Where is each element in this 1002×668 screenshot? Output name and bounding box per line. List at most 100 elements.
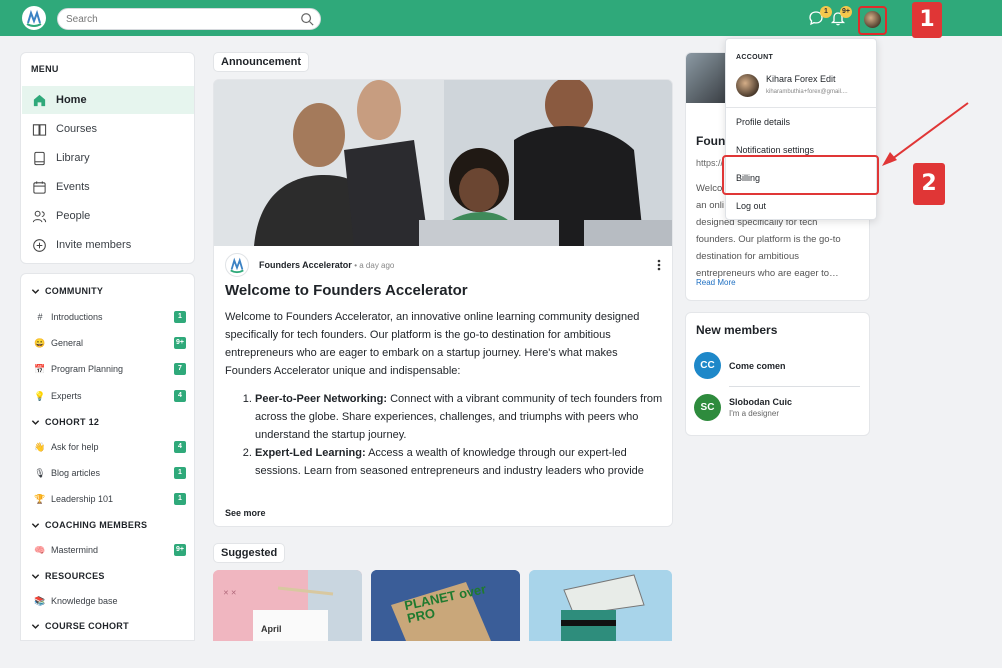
suggested-card-3[interactable] xyxy=(529,570,672,641)
member-name: Slobodan Cuic xyxy=(729,397,792,407)
count-badge: 9+ xyxy=(174,544,186,556)
channel-label: Ask for help xyxy=(51,442,99,452)
member-avatar: SC xyxy=(694,394,721,421)
channel-label: Mastermind xyxy=(51,545,99,555)
chevron-down-icon xyxy=(31,522,40,528)
suggested-card-2[interactable]: PLANET over PRO xyxy=(371,570,520,641)
channel-label: Program Planning xyxy=(51,364,124,374)
post-meta: Founders Accelerator • a day ago xyxy=(259,260,394,270)
count-badge: 4 xyxy=(174,441,186,453)
about-url[interactable]: https:// xyxy=(696,158,723,168)
about-image xyxy=(686,53,726,103)
calendar-emoji-icon: 📅 xyxy=(34,363,46,374)
see-more-link[interactable]: See more xyxy=(225,508,266,518)
count-badge: 1 xyxy=(174,311,186,323)
channel-blog-articles[interactable]: 🎙 Blog articles 1 xyxy=(34,466,186,480)
channel-leadership-101[interactable]: 🏆 Leadership 101 1 xyxy=(34,492,186,506)
member-row[interactable]: SC Slobodan Cuic I'm a designer xyxy=(694,394,792,421)
nav-item-invite-members[interactable]: Invite members xyxy=(22,231,194,259)
brain-emoji-icon: 🧠 xyxy=(34,544,46,555)
nav-label: Home xyxy=(56,94,87,106)
suggested-tag: Suggested xyxy=(213,543,286,563)
svg-text:✕ ✕: ✕ ✕ xyxy=(223,590,237,597)
nav-item-courses[interactable]: Courses xyxy=(22,115,194,143)
account-email: kiharambuthia+forex@gmail.... xyxy=(766,89,848,95)
profile-avatar-button[interactable] xyxy=(858,6,887,35)
count-badge: 1 xyxy=(174,493,186,505)
nav-label: Library xyxy=(56,152,90,164)
logo-icon xyxy=(230,257,244,274)
post-title: Welcome to Founders Accelerator xyxy=(225,282,468,299)
post-time: • a day ago xyxy=(354,261,395,270)
count-badge: 4 xyxy=(174,390,186,402)
nav-label: Invite members xyxy=(56,239,132,251)
plus-circle-icon xyxy=(33,238,46,252)
step-badge-1: 1 xyxy=(912,2,942,38)
section-cohort-12[interactable]: COHORT 12 xyxy=(31,417,99,427)
about-line: destination for ambitious xyxy=(696,251,799,262)
channel-label: Introductions xyxy=(51,312,103,322)
nav-label: Events xyxy=(56,181,90,193)
channel-label: Knowledge base xyxy=(51,596,118,606)
post-author[interactable]: Founders Accelerator xyxy=(259,260,352,270)
announcement-image xyxy=(214,80,672,246)
team-photo-illustration xyxy=(214,80,672,246)
calendar-icon xyxy=(33,180,46,194)
money-photo-illustration xyxy=(529,570,672,641)
channel-label: Leadership 101 xyxy=(51,494,114,504)
nav-item-home[interactable]: Home xyxy=(22,86,194,114)
section-title: COACHING MEMBERS xyxy=(45,520,148,530)
hash-icon: # xyxy=(37,312,43,322)
channel-general[interactable]: 😀 General 9+ xyxy=(34,336,186,350)
channel-introductions[interactable]: # Introductions 1 xyxy=(34,310,186,324)
menu-item-profile-details[interactable]: Profile details xyxy=(736,117,790,127)
divider xyxy=(726,107,876,108)
about-title: Foun xyxy=(696,134,726,148)
section-community[interactable]: COMMUNITY xyxy=(31,286,103,296)
count-badge: 9+ xyxy=(174,337,186,349)
channel-program-planning[interactable]: 📅 Program Planning 7 xyxy=(34,362,186,376)
search-bar[interactable] xyxy=(57,8,321,30)
post-point: Peer-to-Peer Networking: Connect with a … xyxy=(255,390,665,444)
home-icon xyxy=(33,94,46,106)
section-title: COMMUNITY xyxy=(45,286,104,296)
section-course-cohort[interactable]: COURSE COHORT xyxy=(31,621,129,631)
account-heading: ACCOUNT xyxy=(736,54,774,61)
read-more-link[interactable]: Read More xyxy=(696,278,736,287)
channel-mastermind[interactable]: 🧠 Mastermind 9+ xyxy=(34,543,186,557)
section-coaching-members[interactable]: COACHING MEMBERS xyxy=(31,520,147,530)
microphone-emoji-icon: 🎙 xyxy=(34,467,46,478)
nav-item-people[interactable]: People xyxy=(22,202,194,230)
community-logo[interactable] xyxy=(22,6,46,30)
suggested-card-1[interactable]: ✕ ✕ April xyxy=(213,570,362,641)
menu-panel: MENU Home Courses Library Events People … xyxy=(20,52,195,264)
channel-experts[interactable]: 💡 Experts 4 xyxy=(34,389,186,403)
new-members-title: New members xyxy=(696,323,778,337)
library-icon xyxy=(34,151,45,165)
author-avatar[interactable] xyxy=(225,253,249,277)
section-title: COHORT 12 xyxy=(45,417,100,427)
search-icon[interactable] xyxy=(300,12,314,26)
fade-overlay xyxy=(214,484,672,526)
bulb-emoji-icon: 💡 xyxy=(34,390,46,401)
divider xyxy=(729,386,860,387)
nav-item-library[interactable]: Library xyxy=(22,144,194,172)
member-name: Come comen xyxy=(729,360,786,371)
books-emoji-icon: 📚 xyxy=(34,595,46,606)
channel-knowledge-base[interactable]: 📚 Knowledge base xyxy=(34,594,186,608)
account-avatar xyxy=(736,74,759,97)
smile-emoji-icon: 😀 xyxy=(34,337,46,348)
step-badge-2: 2 xyxy=(913,163,945,205)
member-row[interactable]: CC Come comen xyxy=(694,352,786,379)
nav-item-events[interactable]: Events xyxy=(22,173,194,201)
channel-ask-for-help[interactable]: 👋 Ask for help 4 xyxy=(34,440,186,454)
nav-label: People xyxy=(56,210,91,222)
point-heading: Peer-to-Peer Networking: xyxy=(255,393,388,405)
notification-badge: 9+ xyxy=(840,6,852,18)
more-options-icon[interactable] xyxy=(655,259,663,271)
section-resources[interactable]: RESOURCES xyxy=(31,571,105,581)
menu-item-log-out[interactable]: Log out xyxy=(736,201,766,211)
search-input[interactable] xyxy=(66,9,296,30)
member-subtitle: I'm a designer xyxy=(729,409,779,418)
menu-item-notification-settings[interactable]: Notification settings xyxy=(736,145,814,155)
